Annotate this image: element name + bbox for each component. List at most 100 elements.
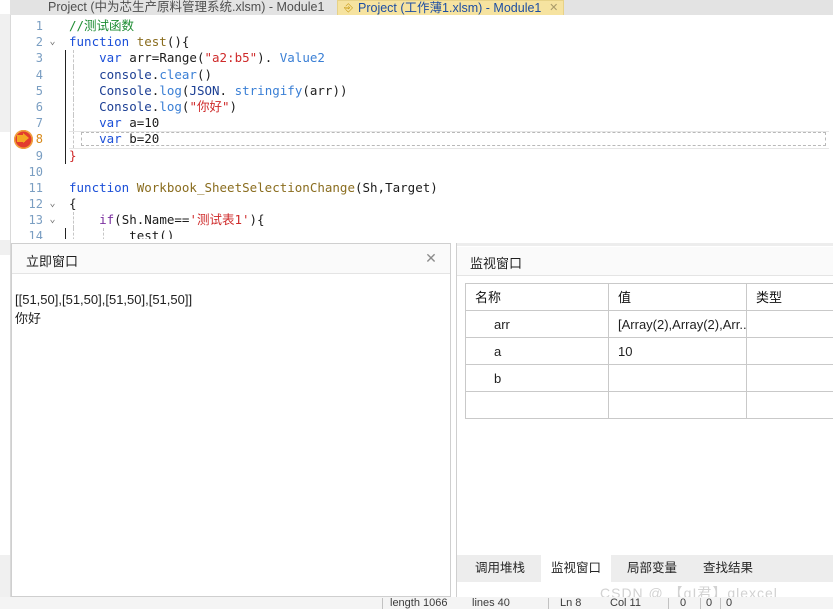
table-header-row: 名称值类型 (466, 284, 833, 311)
code-token: (Sh,Target) (354, 179, 438, 195)
table-cell: a (466, 338, 609, 365)
code-text: { (69, 196, 77, 212)
code-token: JSON (189, 82, 220, 98)
code-file-icon: ⎆ (344, 2, 353, 14)
block-guide (65, 98, 66, 116)
tab-project-module1-inactive[interactable]: Project (中为芯生产原料管理系统.xlsm) - Module1 (40, 0, 333, 15)
immediate-window-output[interactable]: [[51,50],[51,50],[51,50],[51,50]] 你好 (12, 274, 450, 328)
status-separator (382, 598, 383, 609)
table-row[interactable] (466, 392, 833, 419)
code-line[interactable]: 1 //测试函数 (11, 18, 833, 34)
current-line-rule (69, 131, 829, 133)
line-number: 2 (35, 35, 43, 50)
immediate-window-header: 立即窗口 ✕ (12, 244, 450, 274)
tab-debug[interactable]: 局部变量 (617, 555, 687, 582)
table-cell: 10 (609, 338, 747, 365)
table-cell: b (466, 365, 609, 392)
table-row[interactable]: b (466, 365, 833, 392)
code-token: Console (99, 98, 152, 114)
code-line[interactable]: 2 ⌄ function test(){ (11, 34, 833, 50)
status-separator (720, 598, 721, 609)
tab-debug[interactable]: 调用堆栈 (465, 555, 535, 582)
code-line[interactable]: 6 Console.log("你好") (11, 98, 833, 116)
table-cell (466, 392, 609, 419)
code-token: //测试函数 (69, 18, 135, 33)
column-header[interactable]: 类型 (747, 284, 833, 311)
code-line[interactable]: 3 var arr=Range("a2:b5"). Value2 (11, 50, 833, 67)
code-text: console.clear() (69, 67, 212, 83)
status-item: 0 (680, 597, 687, 609)
code-text: function test(){ (69, 34, 189, 50)
status-bar: length 1066 lines 40 Ln 8 Col 11 0 0 0 (0, 597, 833, 609)
code-text: } (69, 148, 77, 164)
status-item: length 1066 (390, 597, 448, 609)
code-editor-pane[interactable]: 1//测试函数 2 ⌄ function test(){3 var arr=Range… (11, 15, 833, 239)
code-token: ). (257, 50, 280, 66)
line-number: 10 (28, 164, 43, 179)
tab-label: Project (中为芯生产原料管理系统.xlsm) - Module1 (48, 0, 325, 14)
code-token: "你好" (189, 98, 230, 114)
code-token: { (69, 196, 77, 212)
code-token: Console (99, 82, 152, 98)
fold-toggle-icon[interactable]: ⌄ (47, 34, 58, 50)
code-text: //测试函数 (69, 18, 134, 34)
output-line: 你好 (15, 311, 42, 326)
column-header[interactable]: 值 (609, 284, 747, 311)
code-line[interactable]: 7 var a=10 (11, 115, 833, 132)
code-token: } (69, 147, 77, 163)
table-row[interactable]: a 10 (466, 338, 833, 365)
tab-project-module1-active[interactable]: ⎆ Project (工作薄1.xlsm) - Module1 ✕ (337, 0, 565, 16)
code-line[interactable]: 13 ⌄ if(Sh.Name=='测试表1'){ (11, 212, 833, 229)
code-line[interactable]: 10 (11, 164, 833, 180)
line-number: 1 (35, 19, 43, 33)
code-token: (arr)) (302, 82, 348, 98)
line-number: 6 (35, 99, 43, 114)
line-number: 12 (28, 197, 43, 212)
current-statement-highlight (81, 132, 826, 147)
code-token: () (196, 66, 213, 82)
code-token: b=20 (129, 131, 160, 147)
code-token: function (69, 179, 137, 195)
table-cell (747, 338, 833, 365)
fold-toggle-icon[interactable]: ⌄ (47, 212, 58, 228)
code-line[interactable]: 5 Console.log(JSON. stringify(arr)) (11, 82, 833, 99)
tab-debug[interactable]: 查找结果 (693, 555, 763, 582)
code-text: if(Sh.Name=='测试表1'){ (69, 212, 264, 228)
tab-watch-active[interactable]: 监视窗口 (541, 555, 612, 582)
code-text: function Workbook_SheetSelectionChange(S… (69, 180, 438, 196)
close-icon[interactable]: ✕ (549, 1, 558, 16)
code-line[interactable]: 8 var b=20 (11, 131, 833, 148)
code-text: Console.log("你好") (69, 99, 237, 115)
code-line[interactable]: 9} (11, 147, 833, 164)
table-cell (609, 392, 747, 419)
code-line[interactable]: 14 test() (11, 228, 833, 239)
code-text: Console.log(JSON. stringify(arr)) (69, 82, 348, 99)
code-token: test() (69, 228, 175, 239)
line-number: 11 (28, 180, 43, 195)
status-item: 0 (706, 597, 713, 609)
table-cell (747, 365, 833, 392)
close-icon[interactable]: ✕ (423, 250, 439, 266)
fold-toggle-icon[interactable]: ⌄ (47, 196, 58, 212)
status-separator (668, 598, 669, 609)
block-guide (65, 147, 66, 164)
line-number: 3 (35, 51, 43, 66)
code-line[interactable]: 11 function Workbook_SheetSelectionChange… (11, 180, 833, 196)
table-row[interactable]: arr [Array(2),Array(2),Arr... (466, 311, 833, 338)
line-number: 9 (35, 148, 43, 163)
line-number: 5 (35, 83, 43, 98)
code-token: (Sh.Name== (114, 212, 190, 228)
watch-variables-table[interactable]: 名称值类型 arr [Array(2),Array(2),Arr... a 10 b (465, 283, 833, 419)
block-guide (65, 228, 66, 239)
code-token: Workbook_SheetSelectionChange (136, 179, 355, 195)
code-line[interactable]: 12 ⌄ { (11, 196, 833, 212)
line-number: 14 (28, 229, 43, 239)
code-token: "a2:b5" (204, 50, 258, 66)
code-token: log (159, 82, 182, 98)
column-header[interactable]: 名称 (466, 284, 609, 311)
code-line[interactable]: 4 console.clear() (11, 66, 833, 83)
